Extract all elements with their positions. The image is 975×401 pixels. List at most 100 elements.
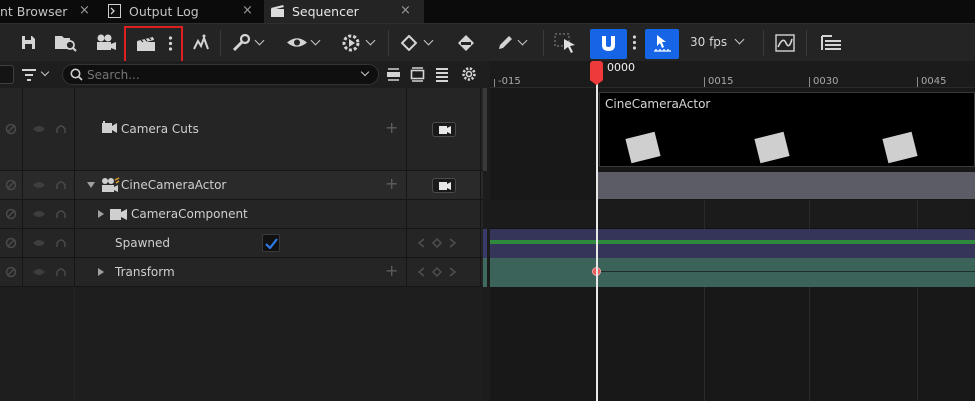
close-icon[interactable]: × (79, 3, 90, 18)
track-row-spawned[interactable]: Spawned (0, 229, 483, 258)
camera-cut-section[interactable]: CineCameraActor (599, 92, 975, 167)
ruler-tick (917, 77, 918, 87)
auto-key-icon[interactable] (457, 34, 476, 52)
visibility-icon[interactable] (32, 210, 46, 218)
tab-content-browser[interactable]: nt Browser × (0, 0, 96, 23)
ruler-tick (494, 79, 495, 87)
more-options-icon[interactable] (632, 35, 637, 50)
column-divider (74, 287, 75, 401)
selection-cursor-icon[interactable] (554, 33, 578, 54)
close-icon[interactable]: × (400, 3, 411, 18)
snap-toggle-button[interactable] (590, 29, 627, 59)
camera-cuts-icon (102, 121, 117, 133)
headphones-icon[interactable] (55, 179, 67, 191)
component-lane (490, 200, 975, 229)
track-label: Transform (115, 265, 175, 279)
render-movie-icon[interactable] (136, 35, 156, 52)
toolbar-separator (220, 30, 221, 56)
splitter-handle[interactable] (483, 88, 487, 171)
outliner-list-icon[interactable] (821, 33, 842, 53)
find-in-browser-icon[interactable] (54, 33, 78, 52)
track-row-camera-component[interactable]: CameraComponent (0, 200, 483, 229)
eye-icon[interactable] (286, 36, 308, 49)
mute-icon[interactable] (5, 237, 17, 249)
expand-arrow-icon[interactable] (97, 209, 105, 219)
expand-arrow-icon[interactable] (86, 181, 96, 189)
camera-lock-button[interactable] (432, 122, 456, 137)
close-icon[interactable]: × (242, 3, 253, 18)
timeline-area[interactable]: -015 0015 0030 0045 CineCameraActor 0000 (490, 61, 975, 401)
key-navigation-icon[interactable] (417, 238, 457, 248)
key-navigation-icon[interactable] (417, 267, 457, 277)
transform-row-marker (483, 258, 487, 287)
key-diamond-icon[interactable] (401, 35, 417, 51)
visibility-icon[interactable] (32, 268, 46, 276)
track-row-camera-cuts[interactable]: Camera Cuts + (0, 88, 483, 171)
camera-lock-button[interactable] (432, 178, 456, 193)
playhead-handle[interactable] (590, 61, 603, 85)
add-icon[interactable]: + (385, 261, 398, 280)
grid-line (809, 287, 810, 401)
save-icon[interactable] (21, 35, 36, 50)
tree-empty-area (0, 287, 483, 401)
tab-label: nt Browser (0, 4, 68, 19)
list-view-icon[interactable] (435, 67, 449, 82)
track-row-transform[interactable]: Transform + (0, 258, 483, 287)
thumbnail-frame (882, 131, 918, 164)
pencil-icon[interactable] (496, 34, 514, 52)
actions-icon[interactable] (191, 33, 210, 52)
add-icon[interactable]: + (385, 118, 398, 137)
track-label: Camera Cuts (121, 122, 199, 136)
visibility-icon[interactable] (32, 125, 46, 133)
snap-to-frames-button[interactable] (645, 29, 679, 59)
frame-rate-label[interactable]: 30 fps (690, 35, 727, 49)
playback-options-icon[interactable] (341, 33, 361, 53)
headphones-icon[interactable] (55, 123, 67, 135)
chevron-down-icon[interactable] (365, 35, 376, 46)
toolbar-separator (388, 30, 389, 56)
mute-icon[interactable] (5, 123, 17, 135)
time-ruler[interactable]: -015 0015 0030 0045 (490, 61, 975, 88)
filter-icon[interactable] (21, 68, 37, 82)
collapse-all-icon[interactable] (386, 67, 401, 82)
chevron-down-icon[interactable] (734, 34, 745, 45)
mute-icon[interactable] (5, 266, 17, 278)
chevron-down-icon[interactable] (517, 35, 528, 46)
chevron-down-icon[interactable] (310, 35, 321, 46)
checkmark-icon (265, 238, 278, 249)
transform-lane[interactable] (490, 258, 975, 287)
actor-section[interactable] (597, 172, 975, 199)
chevron-down-icon[interactable] (360, 67, 370, 77)
visibility-icon[interactable] (32, 181, 46, 189)
clapperboard-icon (271, 5, 284, 17)
gear-icon[interactable] (461, 66, 477, 82)
toolbar-separator (543, 30, 544, 56)
add-icon[interactable]: + (385, 174, 398, 193)
track-label: CineCameraActor (121, 178, 227, 192)
headphones-icon[interactable] (55, 266, 67, 278)
grid-line (704, 287, 705, 401)
tab-sequencer[interactable]: Sequencer × (264, 0, 424, 23)
expand-all-icon[interactable] (410, 67, 425, 82)
spawned-row-marker (483, 229, 487, 258)
chevron-down-icon[interactable] (423, 35, 434, 46)
track-label: Spawned (115, 236, 171, 250)
add-track-button[interactable] (0, 65, 14, 84)
mute-icon[interactable] (5, 179, 17, 191)
headphones-icon[interactable] (55, 237, 67, 249)
search-box[interactable] (62, 64, 379, 85)
expand-arrow-icon[interactable] (97, 267, 105, 277)
headphones-icon[interactable] (55, 208, 67, 220)
search-input[interactable] (87, 67, 357, 83)
mute-icon[interactable] (5, 208, 17, 220)
more-options-icon[interactable] (168, 36, 173, 51)
wrench-icon[interactable] (232, 34, 252, 52)
track-row-cine-camera-actor[interactable]: CineCameraActor + (0, 171, 483, 200)
curve-editor-icon[interactable] (775, 34, 795, 52)
spawned-checkbox[interactable] (262, 234, 280, 252)
chevron-down-icon[interactable] (254, 35, 265, 46)
tab-output-log[interactable]: Output Log × (100, 0, 260, 23)
visibility-icon[interactable] (32, 239, 46, 247)
camera-icon[interactable] (95, 33, 118, 52)
chevron-down-icon[interactable] (40, 67, 50, 77)
